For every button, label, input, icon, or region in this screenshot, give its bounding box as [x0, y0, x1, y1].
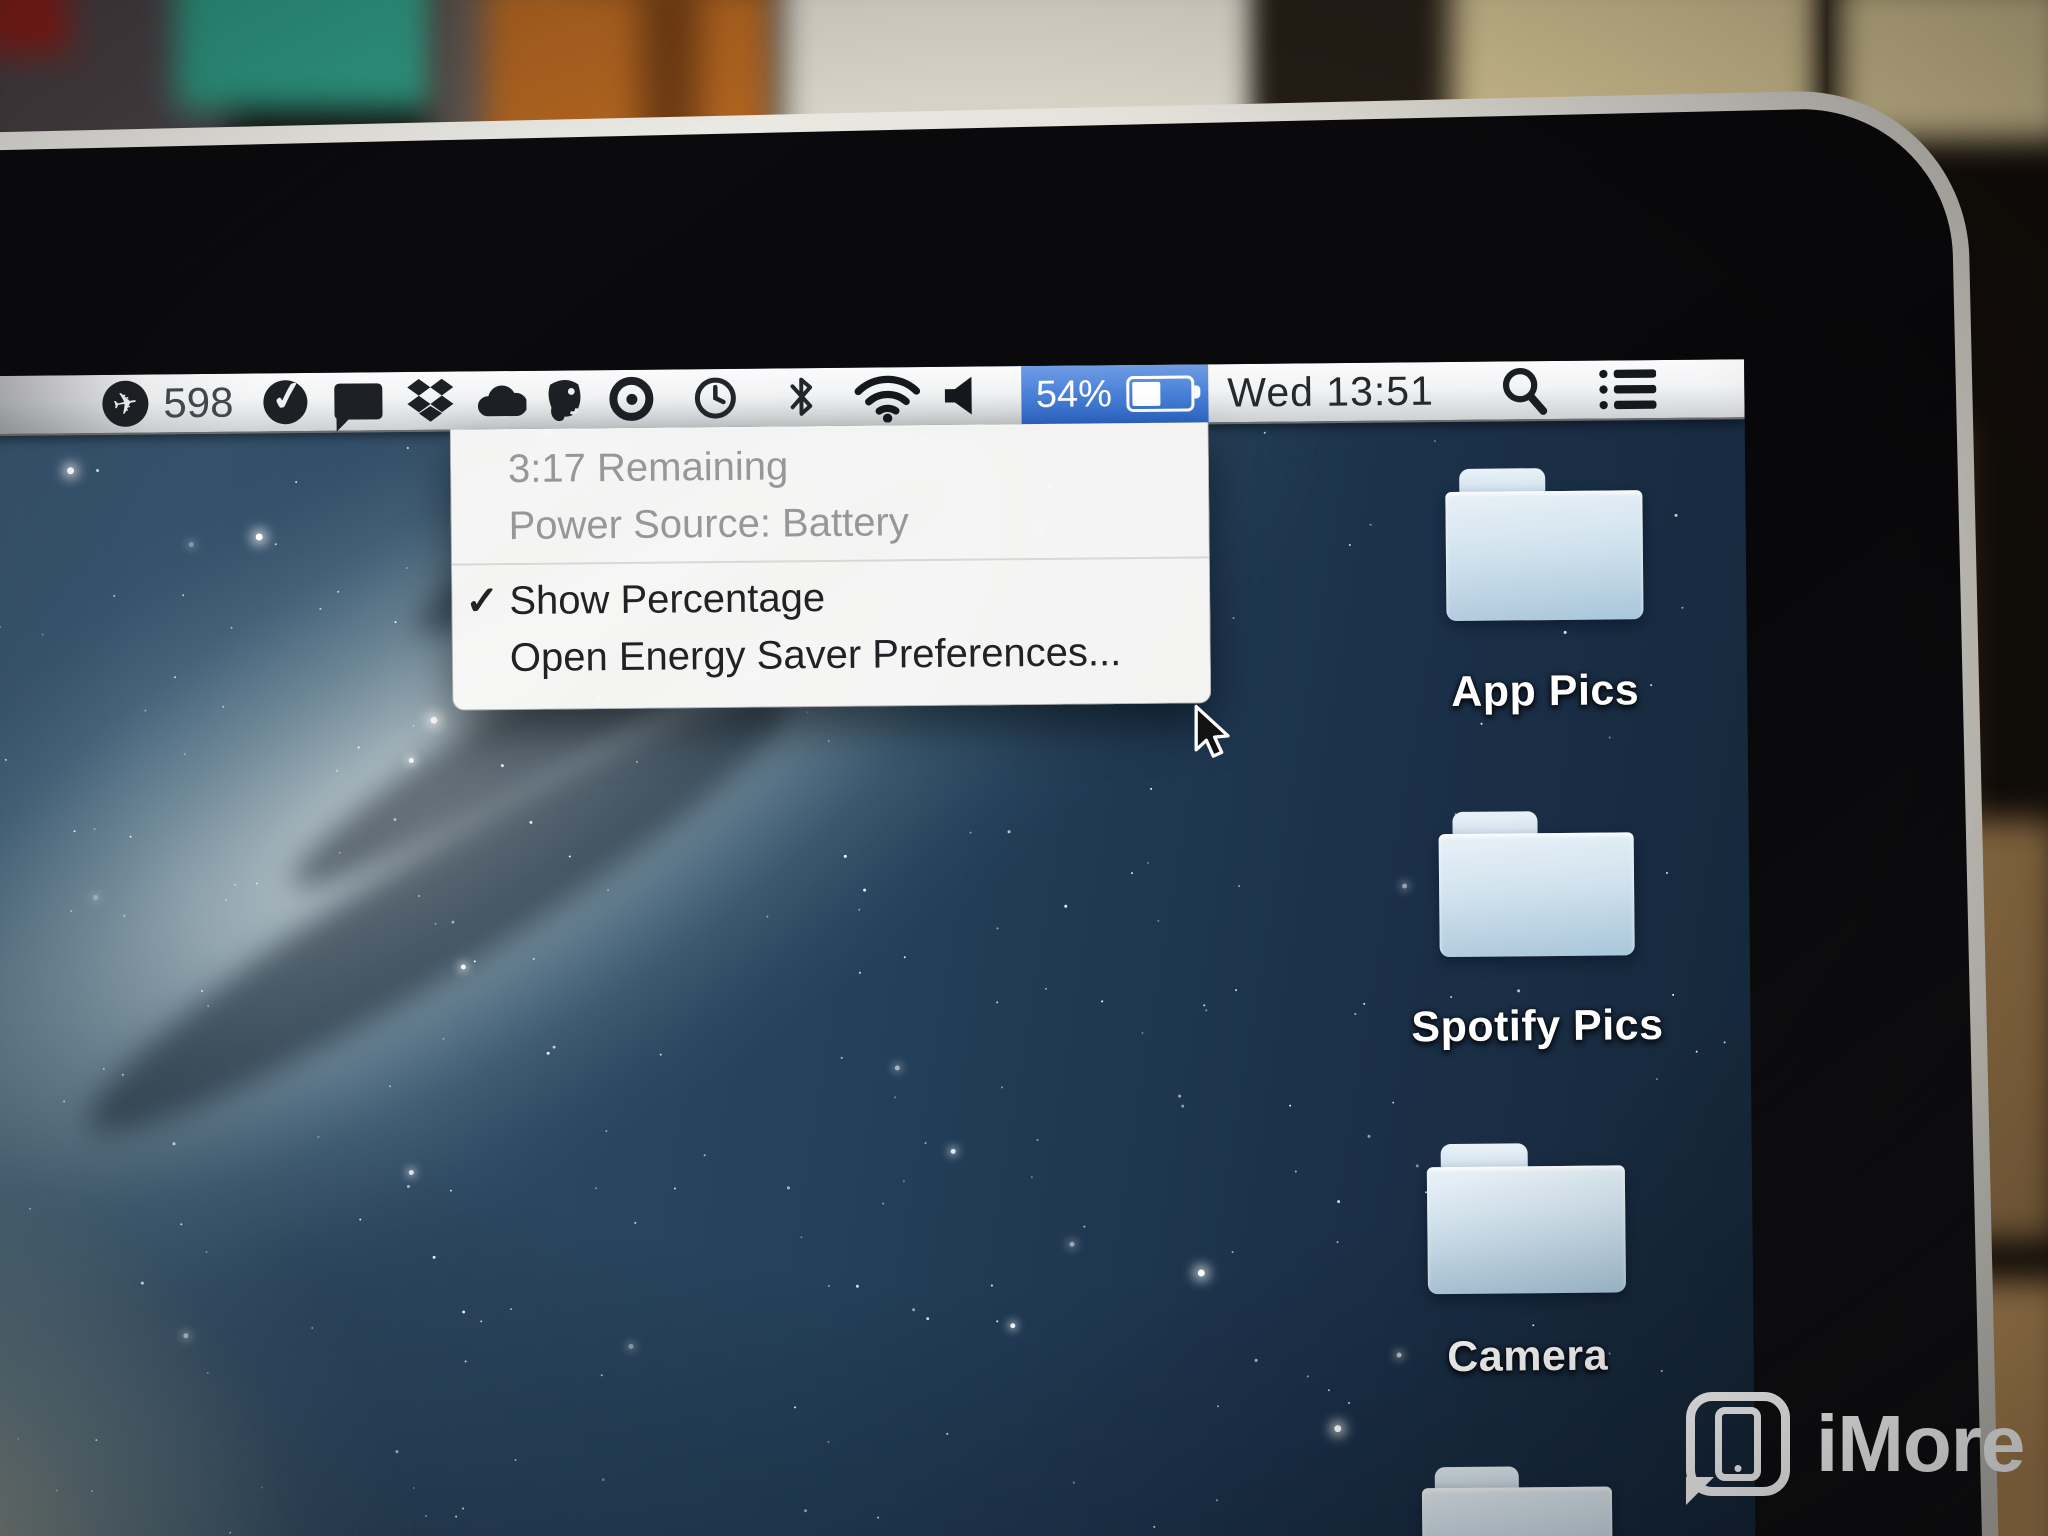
spotlight-item[interactable] [1500, 365, 1548, 415]
cloud-icon [476, 382, 526, 418]
circle-checkmark-icon: ✓ [260, 377, 310, 427]
folder-label: Camera [1377, 1331, 1677, 1383]
bluetooth-item[interactable] [788, 375, 814, 419]
imore-watermark: iMore [1686, 1392, 2024, 1496]
dropbox-item[interactable] [407, 379, 453, 423]
chat-bubble-icon [334, 383, 382, 419]
battery-percent-label: 54% [1036, 373, 1112, 417]
menu-separator [452, 556, 1209, 565]
clock-menu-item[interactable]: Wed 13:51 [1227, 368, 1434, 417]
bluetooth-icon [788, 375, 814, 419]
menu-item-open-energy-saver[interactable]: Open Energy Saver Preferences... [453, 623, 1211, 687]
battery-icon [1126, 375, 1194, 412]
airplane-circle-icon: ✈ [99, 377, 153, 431]
ring-app-icon [609, 377, 653, 421]
battery-menu-extra[interactable]: 54% [1021, 364, 1209, 424]
folder-label: App Pics [1395, 666, 1695, 718]
menu-item-show-percentage[interactable]: ✓ Show Percentage [452, 566, 1210, 630]
spotlight-magnifier-icon [1500, 365, 1548, 415]
messages-app-item[interactable] [334, 383, 382, 419]
volume-item[interactable] [944, 376, 974, 416]
checkmark-app-item[interactable]: ✓ [263, 380, 307, 424]
wifi-icon [853, 370, 921, 423]
flight-count-label[interactable]: 598 [163, 379, 234, 428]
cloud-app-item[interactable] [476, 382, 526, 418]
ring-app-item[interactable] [609, 377, 653, 421]
mouse-cursor [1192, 704, 1236, 760]
volume-icon [944, 376, 974, 416]
flight-status-item[interactable]: ✈ [102, 381, 148, 427]
notification-center-item[interactable] [1598, 367, 1656, 412]
folder-app-pics[interactable] [1445, 467, 1643, 621]
menu-item-power-source: Power Source: Battery [451, 491, 1209, 555]
evernote-elephant-icon [544, 376, 586, 422]
imore-logo-icon [1686, 1392, 1790, 1496]
macbook-screen: ✈ 598 ✓ [0, 359, 1756, 1536]
evernote-item[interactable] [544, 376, 586, 422]
wifi-item[interactable] [853, 370, 921, 423]
checkmark-icon: ✓ [465, 573, 506, 630]
notification-center-list-icon [1598, 367, 1656, 412]
time-machine-item[interactable] [692, 375, 738, 421]
galaxy-core-glow [0, 1202, 418, 1536]
folder-spotify-pics[interactable] [1438, 810, 1634, 957]
folder-label: Spotify Pics [1387, 1001, 1687, 1053]
folder-camera[interactable] [1427, 1142, 1626, 1294]
menu-item-time-remaining: 3:17 Remaining [451, 434, 1209, 498]
folder-partial[interactable] [1422, 1466, 1613, 1536]
photo-frame: ✈ 598 ✓ [0, 0, 2048, 1536]
time-machine-icon [692, 375, 738, 421]
battery-dropdown-menu: 3:17 Remaining Power Source: Battery ✓ S… [450, 422, 1212, 710]
dropbox-icon [407, 379, 453, 423]
imore-brand-text: iMore [1816, 1398, 2024, 1490]
